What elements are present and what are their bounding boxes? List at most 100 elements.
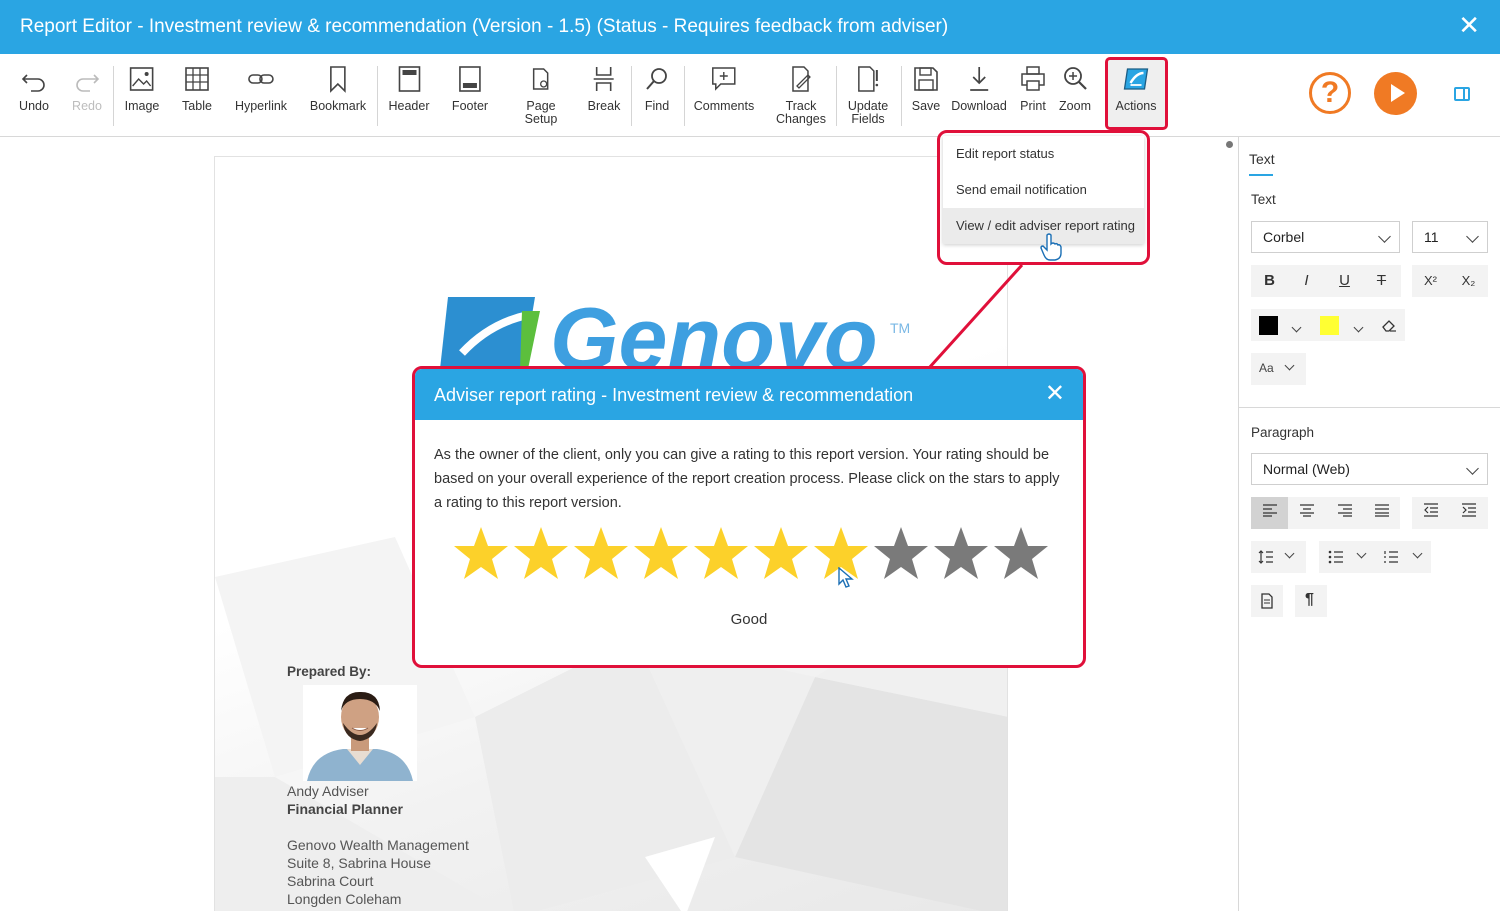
break-button[interactable]: Break [587, 64, 621, 113]
print-icon [1021, 66, 1045, 91]
bookmark-button[interactable]: Bookmark [310, 64, 366, 113]
outdent-icon [1423, 503, 1438, 517]
download-button[interactable]: Download [951, 64, 1007, 113]
adviser-name: Andy Adviser [287, 783, 369, 799]
save-button[interactable]: Save [911, 64, 941, 113]
genovo-logo: Genovo TM [440, 293, 910, 373]
page-break-before-button[interactable] [1251, 585, 1283, 617]
font-size-select[interactable]: 11 [1412, 221, 1488, 253]
bullet-list-icon[interactable] [1328, 550, 1344, 564]
table-label: Table [182, 99, 212, 113]
help-icon[interactable]: ? [1309, 72, 1351, 114]
section-divider [1239, 407, 1500, 408]
track-changes-button[interactable]: Track Changes [776, 64, 826, 126]
numbered-list-icon[interactable] [1383, 550, 1399, 564]
address-line: Genovo Wealth Management [287, 837, 469, 853]
undo-label: Undo [19, 99, 49, 113]
italic-button[interactable]: I [1288, 265, 1325, 297]
menu-item-edit-report-status[interactable]: Edit report status [943, 136, 1144, 172]
font-family-select[interactable]: Corbel [1251, 221, 1400, 253]
redo-icon [76, 74, 100, 92]
star-filled-icon[interactable] [751, 524, 811, 584]
star-empty-icon[interactable] [931, 524, 991, 584]
dialog-close-icon[interactable]: ✕ [1045, 382, 1065, 406]
print-button[interactable]: Print [1018, 64, 1048, 113]
underline-button[interactable]: U [1326, 265, 1363, 297]
chevron-down-icon [1284, 548, 1295, 559]
table-button[interactable]: Table [182, 64, 212, 113]
save-label: Save [911, 99, 941, 113]
find-button[interactable]: Find [642, 64, 672, 113]
redo-label: Redo [72, 99, 102, 113]
highlight-color-swatch[interactable] [1320, 316, 1339, 335]
play-icon[interactable] [1374, 72, 1417, 115]
strikethrough-button[interactable]: T [1363, 265, 1400, 297]
bookmark-icon [330, 66, 346, 93]
comments-button[interactable]: Comments [694, 64, 754, 113]
undo-button[interactable]: Undo [19, 64, 49, 113]
header-button[interactable]: Header [389, 64, 430, 113]
increase-indent-button[interactable] [1450, 497, 1487, 529]
update-fields-label-2: Fields [851, 112, 885, 126]
toolbar-separator [113, 66, 114, 126]
tab-text[interactable]: Text [1249, 151, 1275, 167]
indent-icon [1461, 503, 1476, 517]
page-setup-label-2: Setup [524, 112, 558, 126]
genovo-g-icon [1123, 68, 1148, 90]
font-color-dropdown[interactable] [1291, 318, 1302, 336]
print-label: Print [1020, 99, 1046, 113]
footer-button[interactable]: Footer [452, 64, 488, 113]
zoom-button[interactable]: Zoom [1059, 64, 1091, 113]
highlight-color-dropdown[interactable] [1353, 318, 1364, 336]
update-fields-button[interactable]: Update Fields [848, 64, 888, 126]
font-family-value: Corbel [1263, 229, 1305, 245]
page-setup-button[interactable]: Page Setup [524, 64, 558, 126]
decrease-indent-button[interactable] [1412, 497, 1449, 529]
actions-button[interactable]: Actions [1116, 64, 1157, 113]
text-style-group: B I U T [1251, 265, 1401, 297]
star-filled-icon[interactable] [571, 524, 631, 584]
panel-toggle-icon[interactable] [1454, 87, 1470, 101]
page-break-icon [594, 67, 614, 91]
star-filled-icon[interactable] [511, 524, 571, 584]
title-bar: Report Editor - Investment review & reco… [0, 0, 1500, 54]
star-filled-icon[interactable] [691, 524, 751, 584]
toolbar-separator [836, 66, 837, 126]
hyperlink-button[interactable]: Hyperlink [235, 64, 287, 113]
redo-button[interactable]: Redo [72, 64, 102, 113]
header-label: Header [388, 99, 430, 113]
dialog-description: As the owner of the client, only you can… [434, 447, 1060, 511]
font-color-swatch[interactable] [1259, 316, 1278, 335]
image-button[interactable]: Image [125, 64, 159, 113]
star-empty-icon[interactable] [991, 524, 1051, 584]
star-filled-icon[interactable] [451, 524, 511, 584]
footer-icon [459, 66, 481, 92]
paragraph-style-select[interactable]: Normal (Web) [1251, 453, 1488, 485]
show-formatting-button[interactable]: ¶ [1295, 585, 1327, 617]
adviser-address-block: Andy Adviser Financial Planner Genovo We… [287, 782, 469, 908]
chevron-down-icon [1284, 360, 1295, 371]
eraser-icon[interactable] [1381, 318, 1397, 332]
bold-button[interactable]: B [1251, 265, 1288, 297]
align-right-button[interactable] [1326, 497, 1363, 529]
line-spacing-group[interactable] [1251, 541, 1306, 573]
superscript-button[interactable]: X² [1412, 265, 1449, 297]
star-empty-icon[interactable] [871, 524, 931, 584]
menu-item-send-email-notification[interactable]: Send email notification [943, 172, 1144, 208]
change-case-group[interactable]: Aa [1251, 353, 1306, 385]
justify-button[interactable] [1363, 497, 1400, 529]
save-icon [914, 67, 938, 91]
chevron-down-icon [1378, 230, 1391, 243]
break-label: Break [587, 99, 621, 113]
chevron-down-icon[interactable] [1356, 548, 1367, 559]
align-left-button[interactable] [1251, 497, 1288, 529]
star-filled-icon[interactable] [631, 524, 691, 584]
chevron-down-icon[interactable] [1412, 548, 1423, 559]
panel-resize-dot[interactable] [1226, 141, 1233, 148]
subscript-button[interactable]: X₂ [1450, 265, 1487, 297]
window-close-icon[interactable]: ✕ [1458, 12, 1480, 38]
footer-label: Footer [451, 99, 489, 113]
align-center-button[interactable] [1288, 497, 1325, 529]
star-rating-control[interactable] [451, 524, 1051, 586]
update-fields-icon [858, 66, 879, 92]
